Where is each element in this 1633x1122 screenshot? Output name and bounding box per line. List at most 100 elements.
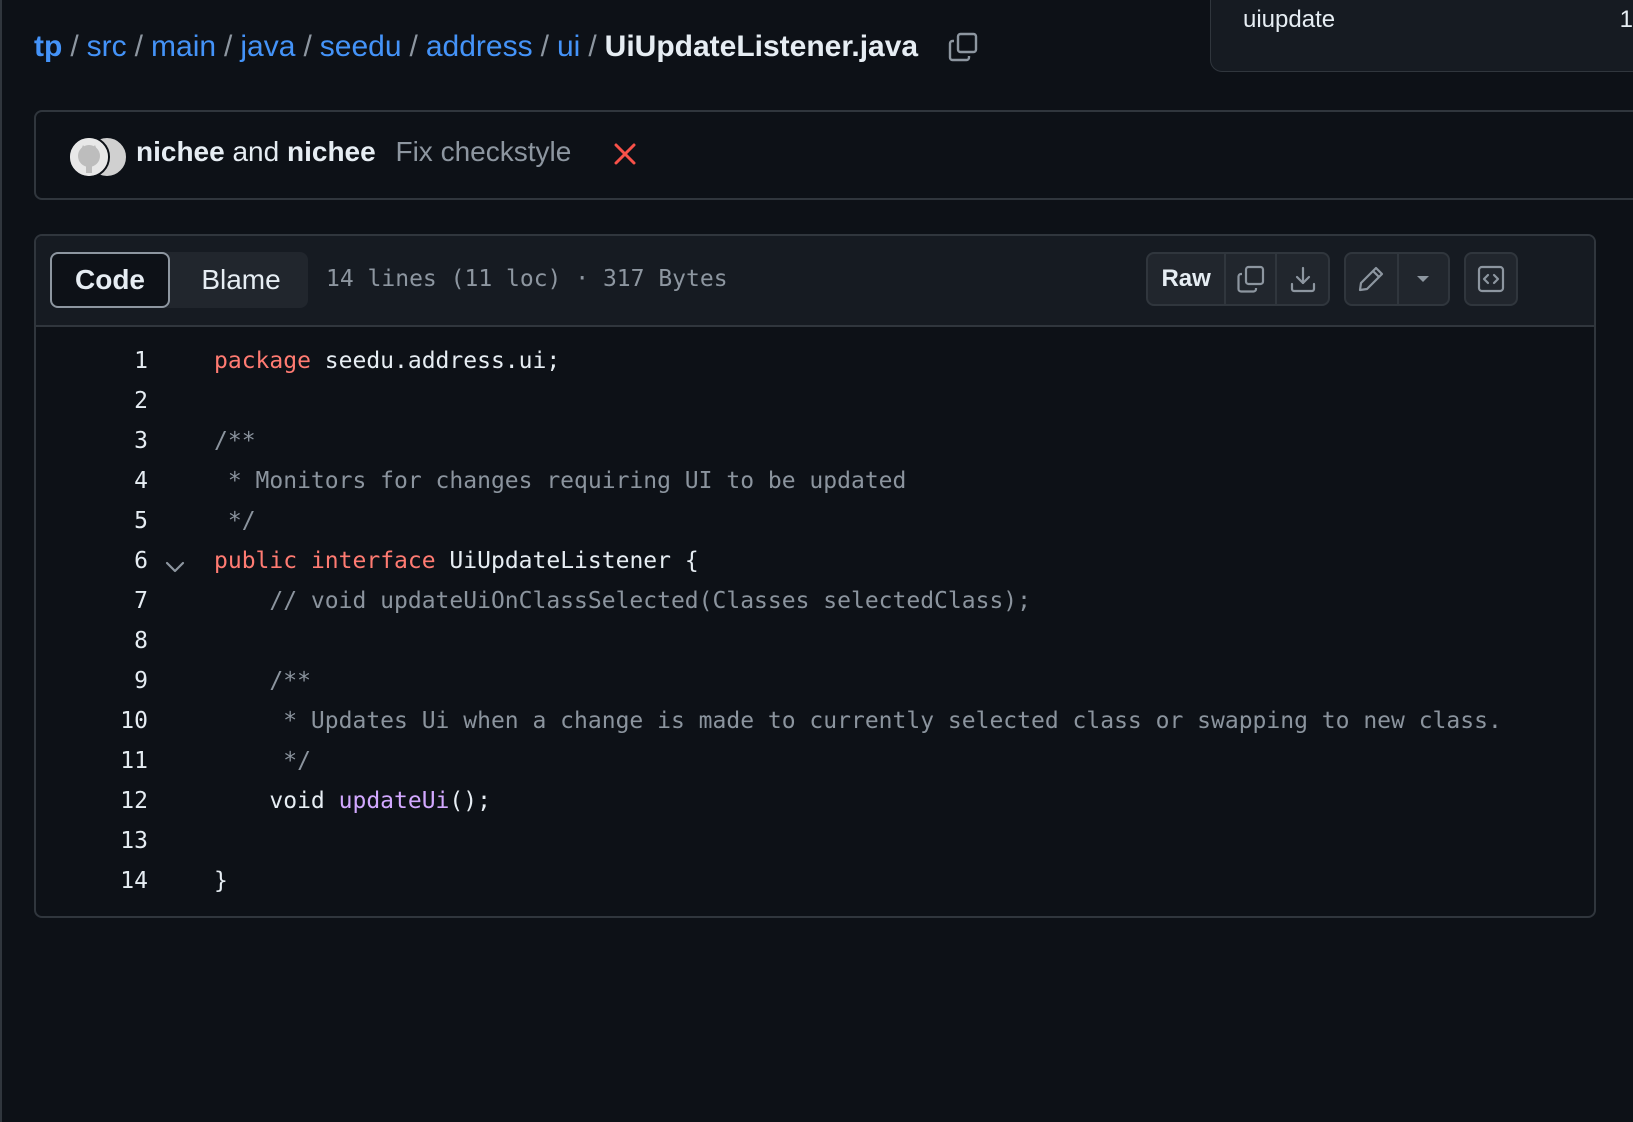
line-number[interactable]: 6 xyxy=(36,541,148,581)
code-line: 14} xyxy=(36,861,1594,901)
commit-author-link[interactable]: nichee xyxy=(136,136,225,167)
code-token: void xyxy=(214,788,339,814)
edit-file-button[interactable] xyxy=(1346,254,1397,304)
breadcrumb-root-link[interactable]: tp xyxy=(34,30,62,64)
code-token: public xyxy=(214,548,298,574)
commit-message-link[interactable]: Fix checkstyle xyxy=(395,136,571,167)
download-button[interactable] xyxy=(1275,254,1328,304)
file-header: Code Blame 14 lines (11 loc) · 317 Bytes… xyxy=(36,236,1594,327)
breadcrumb-separator: / xyxy=(540,30,549,63)
code-token: /** xyxy=(214,428,256,454)
code-token: interface xyxy=(310,548,436,574)
commit-coauthor-link[interactable]: nichee xyxy=(287,136,376,167)
author-avatars xyxy=(68,136,128,178)
code-square-icon xyxy=(1477,265,1505,293)
code-token: seedu.address.ui; xyxy=(310,348,561,374)
code-line: 3 /** xyxy=(36,421,1594,461)
line-number[interactable]: 2 xyxy=(36,381,148,421)
line-number[interactable]: 8 xyxy=(36,621,148,661)
copy-icon xyxy=(1237,265,1264,293)
code-text: /** xyxy=(214,421,256,461)
code-line: 13 xyxy=(36,821,1594,861)
breadcrumb-separator: / xyxy=(224,30,233,63)
copy-path-button[interactable] xyxy=(946,30,980,64)
code-line: 1 package seedu.address.ui; xyxy=(36,341,1594,381)
commit-and-text: and xyxy=(232,136,280,167)
branch-popover: uiupdate 1 xyxy=(1210,0,1633,72)
line-number[interactable]: 9 xyxy=(36,661,148,701)
breadcrumb-separator: / xyxy=(70,30,79,63)
view-toggle: Code Blame xyxy=(50,252,308,308)
latest-commit-bar: nichee and nichee Fix checkstyle xyxy=(34,110,1633,200)
code-line: 11 */ xyxy=(36,741,1594,781)
breadcrumb-link-ui[interactable]: ui xyxy=(557,30,580,64)
breadcrumb-link-main[interactable]: main xyxy=(151,30,216,64)
x-icon xyxy=(614,143,636,165)
triangle-down-icon xyxy=(1417,276,1430,282)
code-line: 4 * Monitors for changes requiring UI to… xyxy=(36,461,1594,501)
line-number[interactable]: 5 xyxy=(36,501,148,541)
raw-actions-group: Raw xyxy=(1146,252,1330,306)
code-text: * Updates Ui when a change is made to cu… xyxy=(214,701,1502,741)
code-token: */ xyxy=(214,748,311,774)
branch-option[interactable]: uiupdate xyxy=(1243,6,1335,34)
code-line: 10 * Updates Ui when a change is made to… xyxy=(36,701,1594,741)
code-line: 8 xyxy=(36,621,1594,661)
code-listing: 1 package seedu.address.ui; 2 3 /** 4 * Monit… xyxy=(36,327,1594,901)
line-number[interactable]: 14 xyxy=(36,861,148,901)
breadcrumb: tp / src / main / java / seedu / address… xyxy=(34,24,980,70)
breadcrumb-link-src[interactable]: src xyxy=(87,30,127,64)
copy-icon xyxy=(948,32,978,62)
copy-raw-button[interactable] xyxy=(1224,254,1275,304)
file-info: 14 lines (11 loc) · 317 Bytes xyxy=(326,266,728,292)
code-text: /** xyxy=(214,661,311,701)
left-border xyxy=(0,0,2,1122)
raw-button[interactable]: Raw xyxy=(1148,254,1224,304)
breadcrumb-link-seedu[interactable]: seedu xyxy=(320,30,402,64)
code-token: (); xyxy=(449,788,491,814)
tab-blame[interactable]: Blame xyxy=(174,252,308,308)
more-edit-options-button[interactable] xyxy=(1396,254,1448,304)
line-number[interactable]: 3 xyxy=(36,421,148,461)
code-line: 6 public interface UiUpdateListener { xyxy=(36,541,1594,581)
line-number[interactable]: 13 xyxy=(36,821,148,861)
commit-status-button[interactable] xyxy=(610,134,640,174)
chevron-down-icon xyxy=(165,561,185,573)
breadcrumb-link-address[interactable]: address xyxy=(426,30,533,64)
code-text: * Monitors for changes requiring UI to b… xyxy=(214,461,907,501)
avatar[interactable] xyxy=(68,136,110,178)
github-mark-icon xyxy=(70,138,108,176)
code-text: package seedu.address.ui; xyxy=(214,341,560,381)
code-token: */ xyxy=(214,508,256,534)
code-token: * Monitors for changes requiring UI to b… xyxy=(214,468,907,494)
code-text: public interface UiUpdateListener { xyxy=(214,541,699,581)
code-token: package xyxy=(214,348,311,374)
code-token: /** xyxy=(214,668,311,694)
download-icon xyxy=(1290,266,1315,293)
line-number[interactable]: 11 xyxy=(36,741,148,781)
line-number[interactable]: 12 xyxy=(36,781,148,821)
code-token: UiUpdateListener { xyxy=(435,548,699,574)
line-number[interactable]: 7 xyxy=(36,581,148,621)
code-text: // void updateUiOnClassSelected(Classes … xyxy=(214,581,1031,621)
code-text: } xyxy=(214,861,228,901)
code-text: */ xyxy=(214,501,256,541)
code-text: */ xyxy=(214,741,311,781)
code-line: 7 // void updateUiOnClassSelected(Classe… xyxy=(36,581,1594,621)
line-number[interactable]: 4 xyxy=(36,461,148,501)
branch-count: 1 xyxy=(1619,6,1633,33)
symbols-group xyxy=(1464,252,1518,306)
symbols-panel-button[interactable] xyxy=(1466,254,1516,304)
line-number[interactable]: 1 xyxy=(36,341,148,381)
breadcrumb-separator: / xyxy=(588,30,597,63)
fold-toggle-button[interactable] xyxy=(164,551,186,573)
code-line: 9 /** xyxy=(36,661,1594,701)
code-line: 2 xyxy=(36,381,1594,421)
breadcrumb-separator: / xyxy=(409,30,418,63)
line-number[interactable]: 10 xyxy=(36,701,148,741)
breadcrumb-link-java[interactable]: java xyxy=(240,30,295,64)
code-text: void updateUi(); xyxy=(214,781,491,821)
tab-code[interactable]: Code xyxy=(50,252,170,308)
code-line: 5 */ xyxy=(36,501,1594,541)
